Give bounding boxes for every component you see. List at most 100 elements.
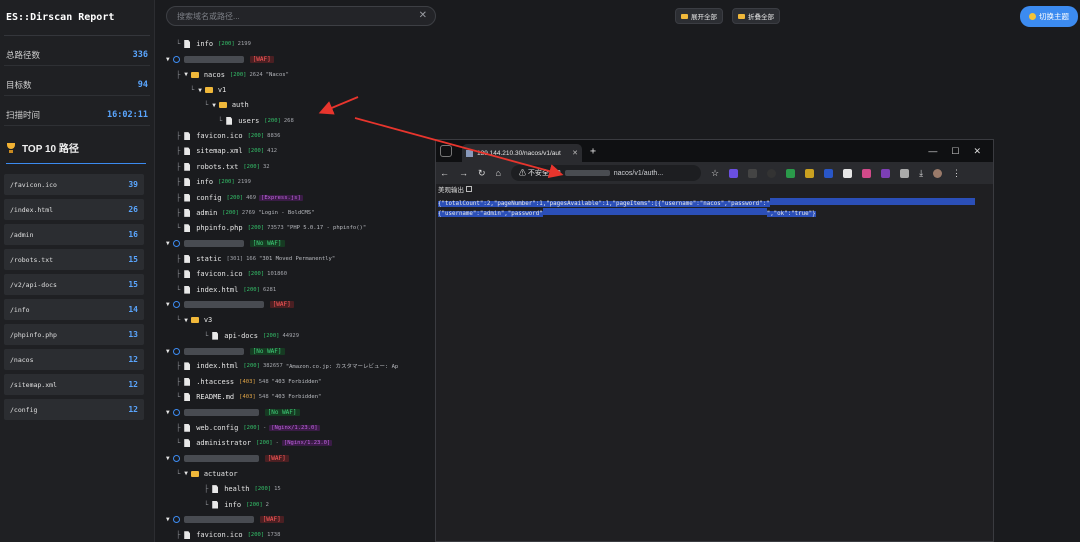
top-path-item[interactable]: /config 12 (4, 399, 144, 420)
theme-toggle-button[interactable]: 切换主题 (1020, 6, 1078, 27)
host-row[interactable]: ▼ [No WAF] (166, 344, 285, 358)
extension-icon[interactable] (729, 168, 739, 178)
extension-icon[interactable] (881, 168, 891, 178)
file-row[interactable]: ├ robots.txt [200] 32 (176, 160, 273, 174)
status-code: [200] (229, 71, 247, 78)
close-tab-icon[interactable]: ✕ (572, 149, 578, 157)
file-row[interactable]: ├ favicon.ico [200] 101860 (176, 267, 290, 281)
extension-icon[interactable] (748, 168, 758, 178)
file-row[interactable]: ├ favicon.ico [200] 1738 (176, 528, 283, 542)
expand-caret-icon[interactable]: ▼ (184, 470, 188, 477)
maximize-icon[interactable]: ☐ (951, 146, 959, 157)
file-row[interactable]: ├ .htaccess [403] 548 "403 Forbidden" (176, 375, 321, 389)
top-path-item[interactable]: /nacos 12 (4, 349, 144, 370)
expand-caret-icon[interactable]: ▼ (212, 102, 216, 109)
expand-caret-icon[interactable]: ▼ (166, 348, 170, 355)
file-row[interactable]: ├ config [200] 469 [Express.js] (176, 191, 303, 205)
file-row[interactable]: ├ favicon.ico [200] 8836 (176, 129, 283, 143)
folder-row[interactable]: └ ▼ v1 (190, 83, 231, 97)
folder-row[interactable]: └ ▼ auth (204, 98, 254, 112)
forward-icon[interactable]: → (459, 168, 468, 178)
file-row[interactable]: ├ admin [200] 2769 "Login - BoldCMS" (176, 206, 314, 220)
more-menu-icon[interactable]: ⋮ (952, 168, 961, 179)
top-path-item[interactable]: /info 14 (4, 299, 144, 320)
extension-icon[interactable] (786, 168, 796, 178)
expand-caret-icon[interactable]: ▼ (184, 317, 188, 324)
file-row[interactable]: └ phpinfo.php [200] 73573 "PHP 5.0.17 - phpi… (176, 221, 366, 235)
file-row[interactable]: └ info [200] 2 (204, 498, 272, 512)
back-icon[interactable]: ← (440, 168, 449, 178)
expand-caret-icon[interactable]: ▼ (166, 240, 170, 247)
top-path-item[interactable]: /admin 16 (4, 224, 144, 245)
extension-icon[interactable] (862, 168, 872, 178)
host-row[interactable]: ▼ [WAF] (166, 451, 289, 465)
top-path-item[interactable]: /robots.txt 15 (4, 249, 144, 270)
host-row[interactable]: ▼ [No WAF] (166, 405, 300, 419)
folder-row[interactable]: └ ▼ v3 (176, 313, 217, 327)
host-row[interactable]: ▼ [WAF] (166, 52, 274, 66)
close-window-icon[interactable]: ✕ (973, 146, 981, 157)
file-row[interactable]: ├ info [200] 2199 (176, 175, 254, 189)
host-row[interactable]: ▼ [No WAF] (166, 237, 285, 251)
expand-caret-icon[interactable]: ▼ (166, 516, 170, 523)
top-path-item[interactable]: /index.html 26 (4, 199, 144, 220)
top-count: 12 (128, 405, 138, 414)
file-row[interactable]: └ info [200] 2199 (176, 37, 254, 51)
address-bar[interactable]: ⚠ 不安全 13 nacos/v1/auth... (510, 165, 701, 181)
top-path-item[interactable]: /favicon.ico 39 (4, 174, 144, 195)
host-row[interactable]: ▼ [WAF] (166, 298, 294, 312)
file-row[interactable]: └ index.html [200] 6281 (176, 283, 279, 297)
collapse-all-button[interactable]: 折叠全部 (732, 8, 780, 24)
top-count: 14 (128, 305, 138, 314)
minimize-icon[interactable]: — (928, 146, 937, 157)
clear-search-icon[interactable]: ✕ (419, 10, 427, 21)
expand-caret-icon[interactable]: ▼ (166, 409, 170, 416)
host-row[interactable]: ▼ [WAF] (166, 513, 284, 527)
response-size: 2199 (237, 179, 251, 186)
browser-menu-icon[interactable] (440, 145, 452, 157)
file-row[interactable]: └ users [200] 268 (218, 114, 297, 128)
file-row[interactable]: ├ sitemap.xml [200] 412 (176, 144, 280, 158)
bookmark-star-icon[interactable]: ☆ (711, 168, 719, 179)
top-path-item[interactable]: /v2/api-docs 15 (4, 274, 144, 295)
extension-icon[interactable] (805, 168, 815, 178)
file-icon (184, 132, 191, 141)
entry-name: nacos (203, 70, 225, 79)
folder-row[interactable]: └ ▼ actuator (176, 467, 243, 481)
extension-icon[interactable] (843, 168, 853, 178)
pretty-print-toggle[interactable]: 美观输出 (436, 184, 993, 194)
top-path: /nacos (10, 355, 34, 364)
reload-icon[interactable]: ↻ (478, 168, 486, 179)
file-row[interactable]: └ administrator [200] - [Nginx/1.23.0] (176, 436, 333, 450)
file-row[interactable]: ├ index.html [200] 382657 "Amazon.co.jp: カスタ… (176, 359, 398, 373)
file-row[interactable]: └ README.md [403] 548 "403 Forbidden" (176, 390, 321, 404)
top-path-item[interactable]: /sitemap.xml 12 (4, 374, 144, 395)
folder-row[interactable]: ├ ▼ nacos [200] 2624 "Nacos" (176, 68, 289, 82)
download-icon[interactable]: ⤓ (919, 168, 923, 179)
folder-icon (204, 87, 213, 94)
file-row[interactable]: ├ static [301] 166 "301 Moved Permanently" (176, 252, 335, 266)
file-row[interactable]: └ api-docs [200] 44929 (204, 329, 302, 343)
top-path: /index.html (10, 205, 54, 214)
top-path-item[interactable]: /phpinfo.php 13 (4, 324, 144, 345)
expand-caret-icon[interactable]: ▼ (198, 87, 202, 94)
search-input[interactable]: 搜索域名或路径... ✕ (166, 6, 436, 26)
tree-connector: ├ (176, 147, 181, 156)
avatar[interactable] (933, 168, 943, 178)
expand-caret-icon[interactable]: ▼ (184, 71, 188, 78)
status-code: [200] (264, 117, 281, 124)
expand-caret-icon[interactable]: ▼ (166, 56, 170, 63)
puzzle-icon[interactable] (900, 168, 910, 178)
tech-badge: [Nginx/1.23.0] (281, 440, 333, 447)
new-tab-button[interactable]: + (590, 146, 596, 157)
home-icon[interactable]: ⌂ (496, 168, 501, 178)
file-row[interactable]: ├ health [200] 15 (204, 482, 284, 496)
browser-tab[interactable]: 139.144.210.30/nacos/v1/aut ✕ (462, 144, 582, 162)
pretty-print-checkbox[interactable] (466, 186, 472, 192)
expand-caret-icon[interactable]: ▼ (166, 455, 170, 462)
expand-all-button[interactable]: 展开全部 (675, 8, 723, 24)
extension-icon[interactable] (824, 168, 834, 178)
extension-icon[interactable] (767, 168, 777, 178)
expand-caret-icon[interactable]: ▼ (166, 301, 170, 308)
file-row[interactable]: ├ web.config [200] - [Nginx/1.23.0] (176, 421, 320, 435)
